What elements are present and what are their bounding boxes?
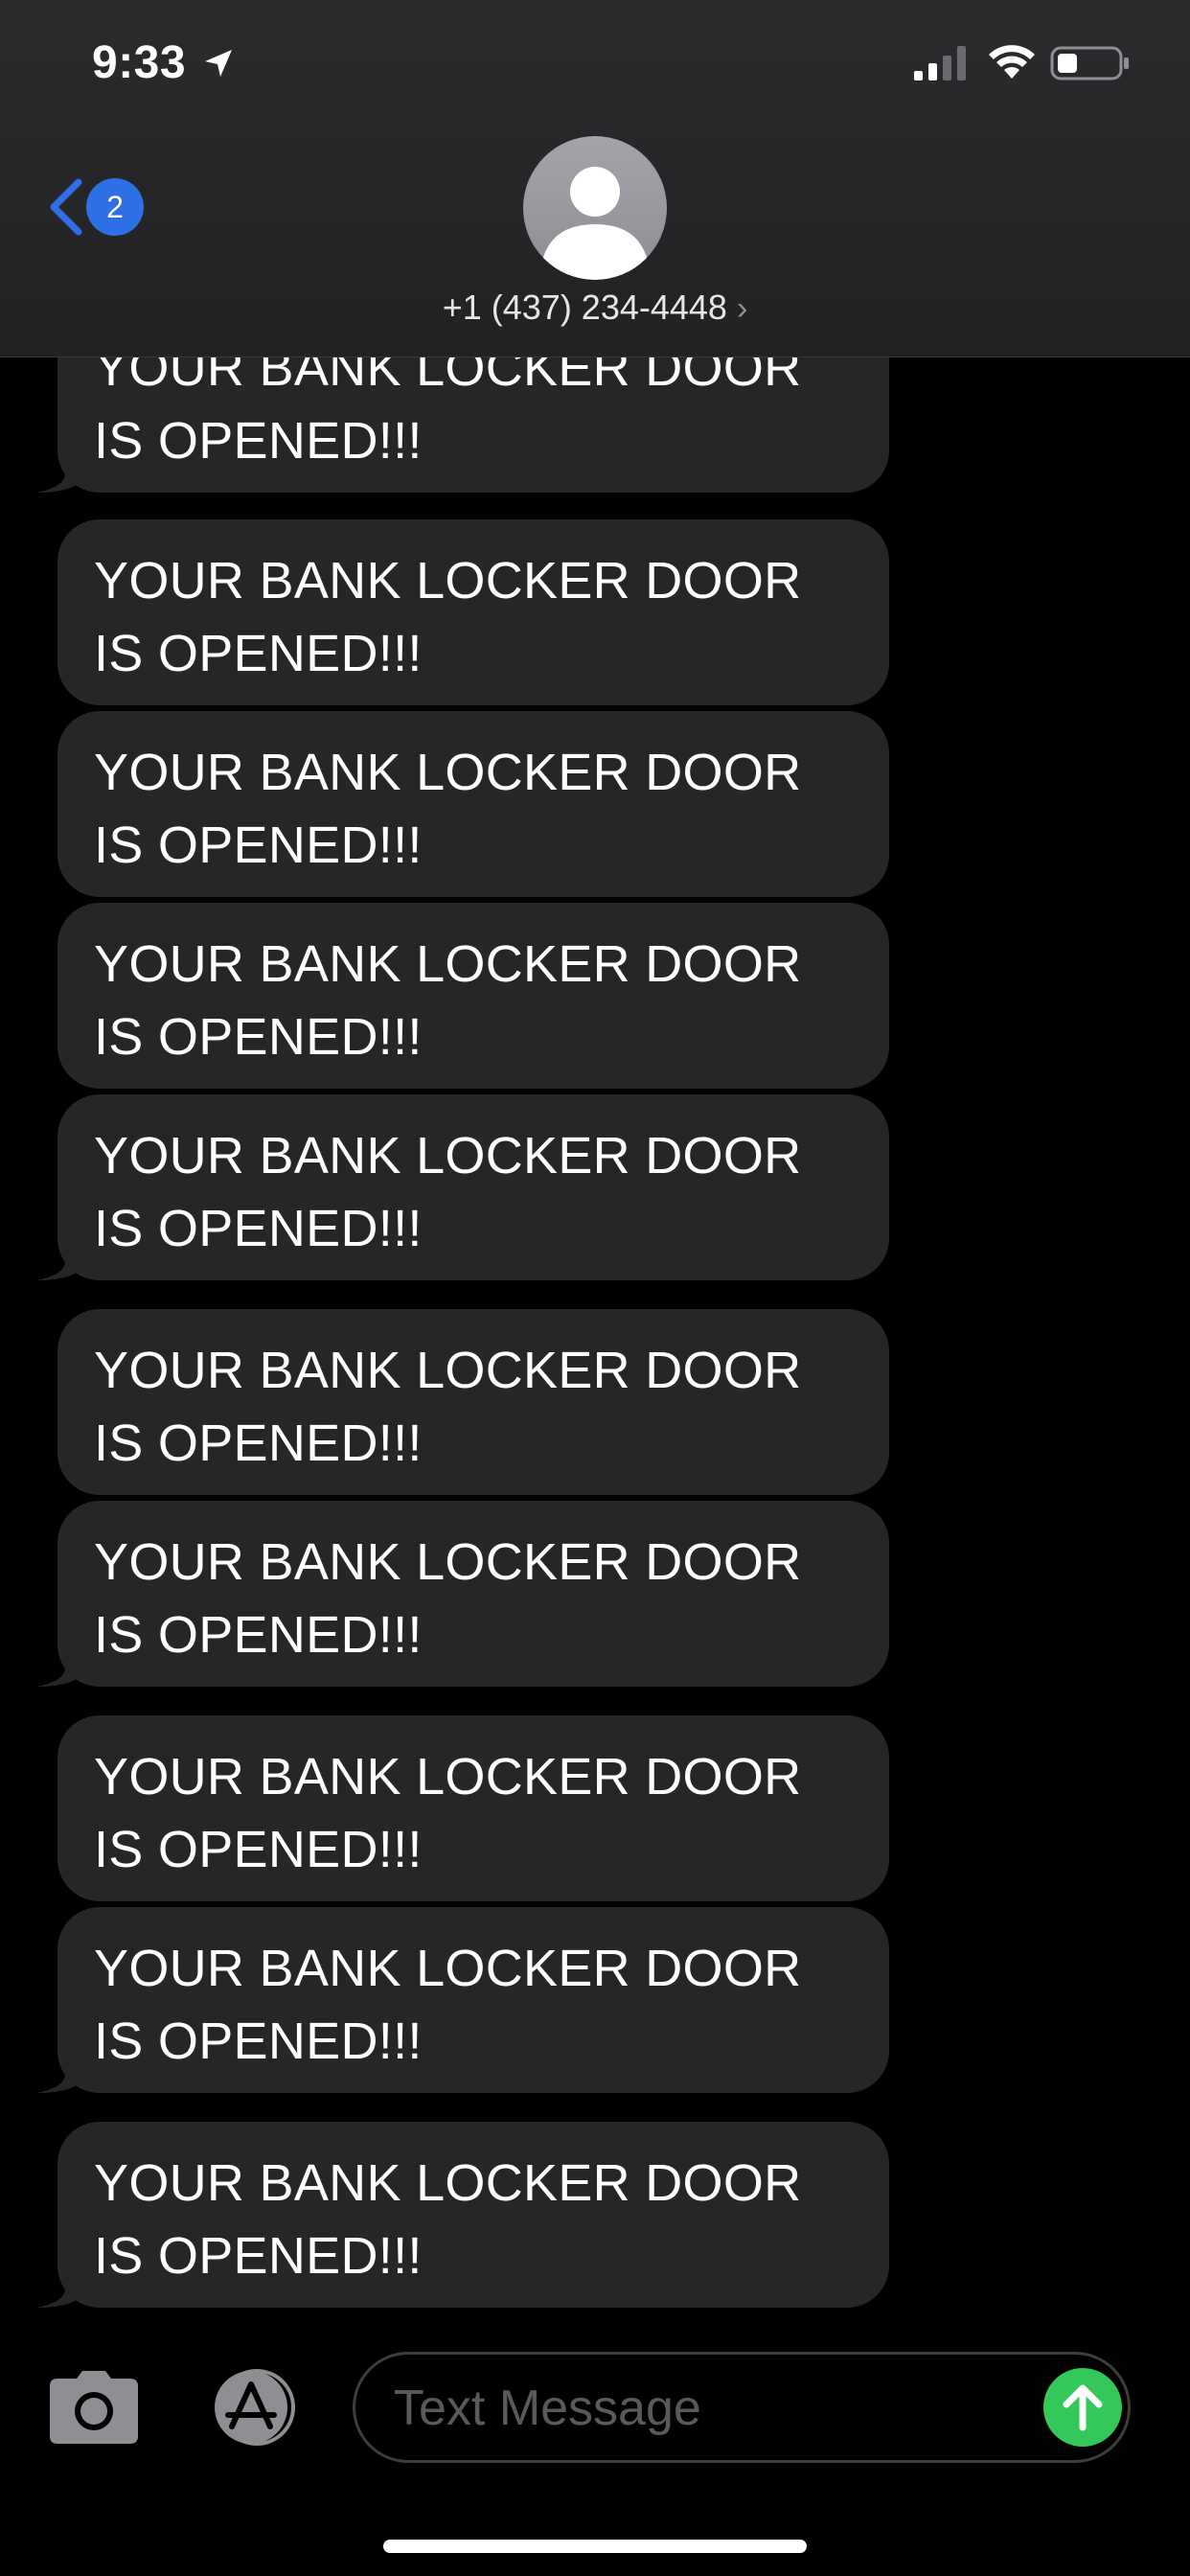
unread-count-badge: 2 [86,178,144,236]
message-bubble[interactable]: YOUR BANK LOCKER DOOR IS OPENED!!! [57,519,889,705]
send-arrow-icon [1063,2384,1103,2431]
message-text: YOUR BANK LOCKER DOOR IS OPENED!!! [94,2154,802,2285]
person-icon [542,167,648,280]
home-indicator[interactable] [383,2540,807,2553]
bubble-tail [36,448,84,493]
camera-icon[interactable] [48,2369,140,2446]
app-store-icon[interactable] [199,2369,307,2446]
wifi-icon [989,45,1035,79]
back-button[interactable]: 2 [42,172,149,240]
chevron-right-icon: › [736,290,748,327]
message-text: YOUR BANK LOCKER DOOR IS OPENED!!! [94,1533,802,1664]
message-bubble[interactable]: YOUR BANK LOCKER DOOR IS OPENED!!! [57,1715,889,1901]
message-text: YOUR BANK LOCKER DOOR IS OPENED!!! [94,1940,802,2070]
message-text: YOUR BANK LOCKER DOOR IS OPENED!!! [94,552,802,682]
contact-avatar[interactable] [523,136,667,280]
chevron-left-icon [50,178,82,236]
message-composer [0,2338,1190,2576]
bubble-tail [36,2049,84,2093]
battery-icon [1050,46,1129,80]
bubble-tail [36,2264,84,2308]
message-bubble[interactable]: YOUR BANK LOCKER DOOR IS OPENED!!! [36,1094,889,1280]
message-text: YOUR BANK LOCKER DOOR IS OPENED!!! [94,1127,802,1257]
message-bubble[interactable]: YOUR BANK LOCKER DOOR IS OPENED!!! [36,1501,889,1687]
contact-name: +1 (437) 234-4448 [442,288,727,327]
send-button[interactable] [1043,2368,1122,2447]
status-time: 9:33 [92,37,187,88]
message-bubble[interactable]: YOUR BANK LOCKER DOOR IS OPENED!!! [57,903,889,1089]
message-text-field[interactable] [353,2352,1131,2463]
bubble-tail [36,1643,84,1687]
message-text: YOUR BANK LOCKER DOOR IS OPENED!!! [94,339,802,470]
message-thread[interactable]: YOUR BANK LOCKER DOOR IS OPENED!!! YOUR … [0,0,1190,2576]
message-text: YOUR BANK LOCKER DOOR IS OPENED!!! [94,744,802,874]
message-bubble[interactable]: YOUR BANK LOCKER DOOR IS OPENED!!! [36,2122,889,2308]
message-bubble[interactable]: YOUR BANK LOCKER DOOR IS OPENED!!! [36,1907,889,2093]
bubble-tail [36,1236,84,1280]
message-text: YOUR BANK LOCKER DOOR IS OPENED!!! [94,1748,802,1878]
cellular-signal-icon [914,46,966,80]
message-text: YOUR BANK LOCKER DOOR IS OPENED!!! [94,935,802,1066]
conversation-header: 9:33 2 +1 (437) 234-4448 › [0,0,1190,357]
message-input[interactable] [392,2355,1028,2462]
location-arrow-icon [205,50,232,77]
message-bubble[interactable]: YOUR BANK LOCKER DOOR IS OPENED!!! [57,1309,889,1495]
message-text: YOUR BANK LOCKER DOOR IS OPENED!!! [94,1342,802,1472]
message-bubble[interactable]: YOUR BANK LOCKER DOOR IS OPENED!!! [57,711,889,897]
contact-details-link[interactable]: +1 (437) 234-4448 › [0,288,1190,328]
